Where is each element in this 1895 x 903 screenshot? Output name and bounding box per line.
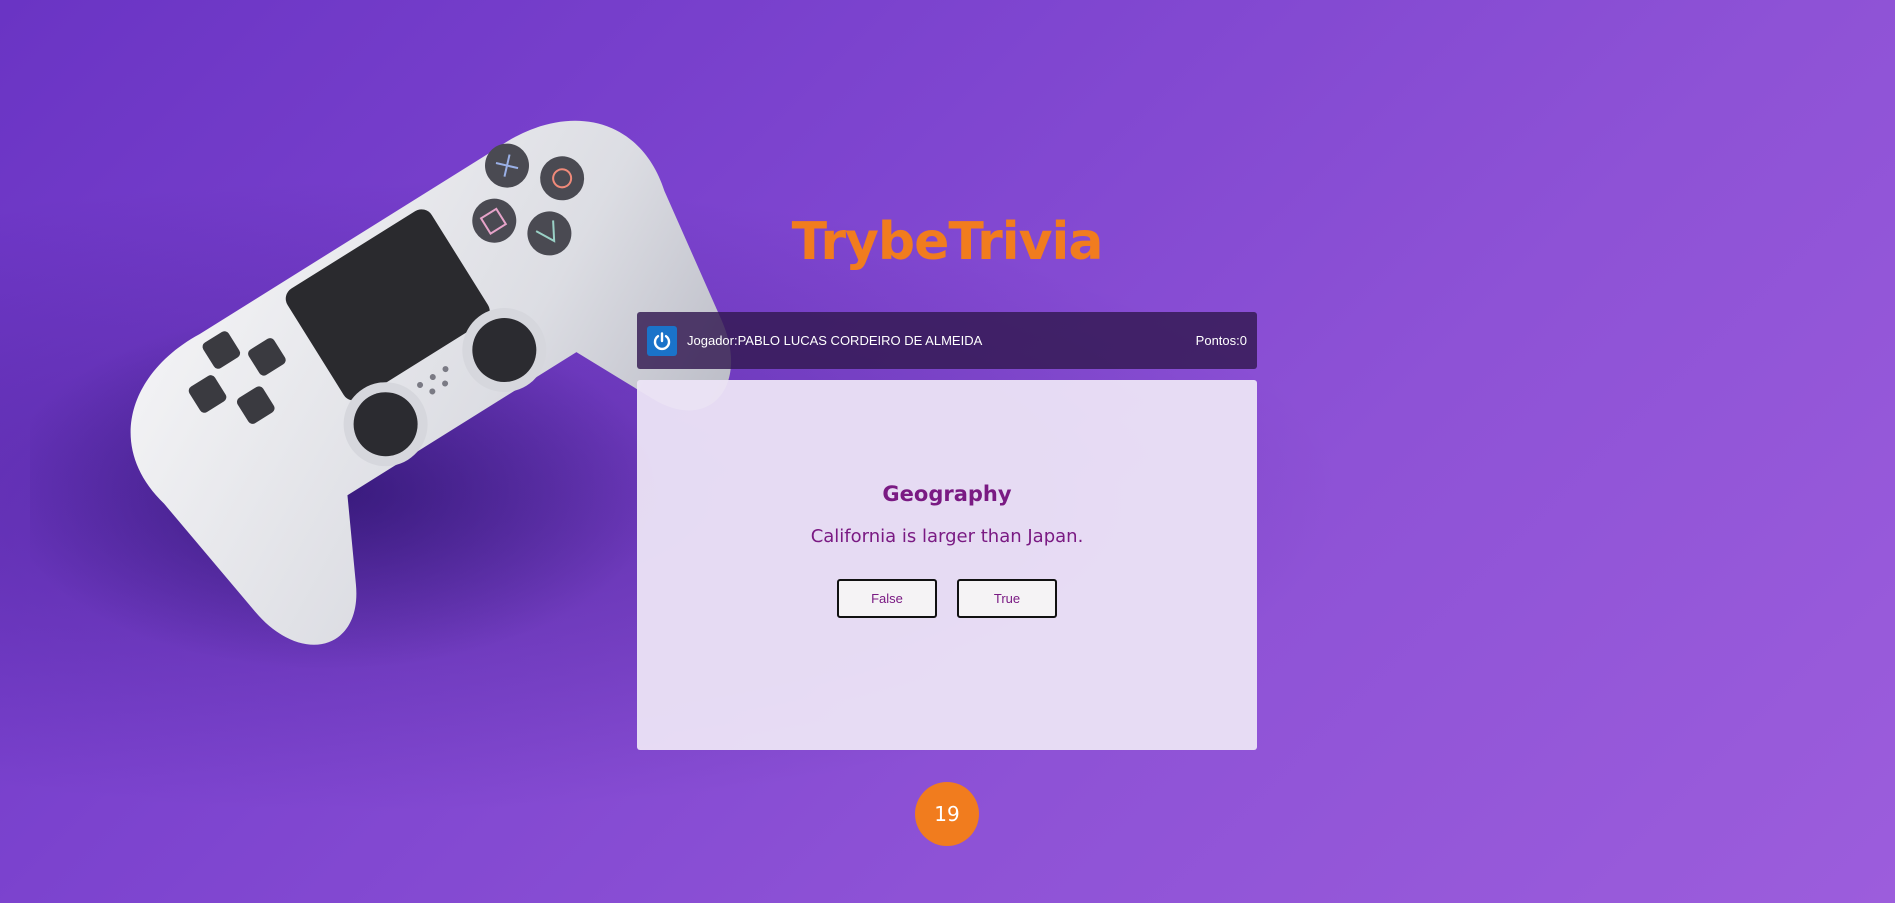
answer-options: False True [637,579,1257,618]
question-category: Geography [882,482,1012,506]
answer-true-button[interactable]: True [957,579,1057,618]
power-icon [647,325,677,356]
answer-false-button[interactable]: False [837,579,937,618]
question-card: Geography California is larger than Japa… [637,380,1257,750]
player-header: Jogador:PABLO LUCAS CORDEIRO DE ALMEIDA … [637,312,1257,369]
score-label: Pontos:0 [1195,333,1247,348]
app-title: TrybeTrivia [791,212,1104,272]
countdown-timer: 19 [915,782,979,846]
question-text: California is larger than Japan. [810,526,1084,547]
player-name: Jogador:PABLO LUCAS CORDEIRO DE ALMEIDA [687,333,983,348]
